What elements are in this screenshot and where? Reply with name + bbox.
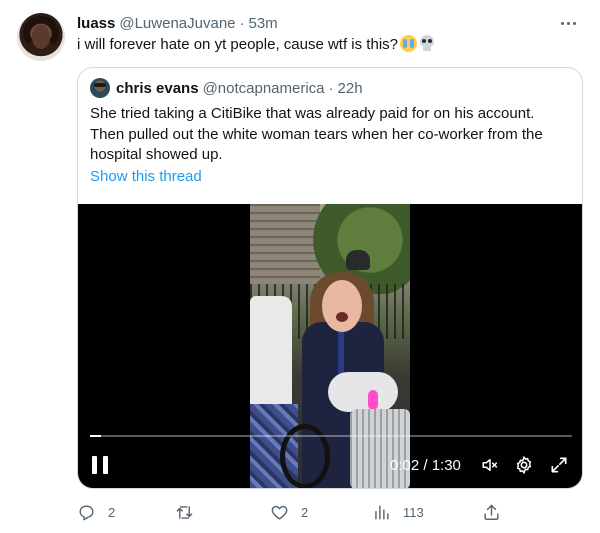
views-chart-icon <box>375 504 389 520</box>
retweet-icon <box>176 505 193 519</box>
video-time: 0:02 / 1:30 <box>390 457 461 474</box>
loudly-crying-face-icon <box>400 35 417 52</box>
video-frame <box>250 204 410 488</box>
heart-icon <box>271 505 288 520</box>
reply-icon <box>79 504 94 520</box>
quoted-tweet-timestamp: 22h <box>337 79 363 97</box>
separator-dot: · <box>328 79 334 97</box>
reply-count: 2 <box>108 504 116 520</box>
skull-icon <box>419 35 435 52</box>
reply-button[interactable]: 2 <box>77 499 115 525</box>
quoted-author-avatar <box>90 78 110 98</box>
video-progress-bar[interactable] <box>90 435 572 437</box>
pause-icon[interactable] <box>92 456 108 474</box>
tweet-actions: 2 2 113 <box>77 499 499 525</box>
quoted-author-name: chris evans <box>116 79 199 97</box>
author-avatar[interactable] <box>17 13 65 61</box>
share-button[interactable] <box>482 499 513 525</box>
tweet-header: luass @LuwenaJuvane · 53m <box>77 12 580 34</box>
tweet[interactable]: luass @LuwenaJuvane · 53m i will forever… <box>0 0 600 533</box>
fullscreen-icon[interactable] <box>549 455 569 475</box>
quoted-tweet-text: She tried taking a CitiBike that was alr… <box>90 105 543 163</box>
quoted-tweet-header: chris evans @notcapnamerica · 22h <box>90 78 363 98</box>
video-player[interactable]: 0:02 / 1:30 <box>78 204 582 488</box>
settings-icon[interactable] <box>514 455 534 475</box>
quoted-author-handle: @notcapnamerica <box>202 79 325 97</box>
retweet-button[interactable] <box>175 499 206 525</box>
author-handle[interactable]: @LuwenaJuvane <box>119 15 235 32</box>
show-thread-link[interactable]: Show this thread <box>90 168 202 185</box>
like-button[interactable]: 2 <box>270 499 308 525</box>
views-button[interactable]: 113 <box>372 499 424 525</box>
tweet-timestamp[interactable]: 53m <box>249 15 278 32</box>
tweet-text-body: i will forever hate on yt people, cause … <box>77 36 398 53</box>
separator-dot: · <box>239 14 245 32</box>
view-count: 113 <box>403 504 424 520</box>
share-icon <box>484 504 499 520</box>
more-options-icon[interactable] <box>556 12 580 34</box>
author-name[interactable]: luass <box>77 15 115 32</box>
volume-muted-icon[interactable] <box>480 456 500 474</box>
quoted-tweet[interactable]: chris evans @notcapnamerica · 22h She tr… <box>77 67 583 489</box>
like-count: 2 <box>301 504 309 520</box>
video-progress-fill <box>90 435 101 437</box>
tweet-text: i will forever hate on yt people, cause … <box>77 35 580 55</box>
